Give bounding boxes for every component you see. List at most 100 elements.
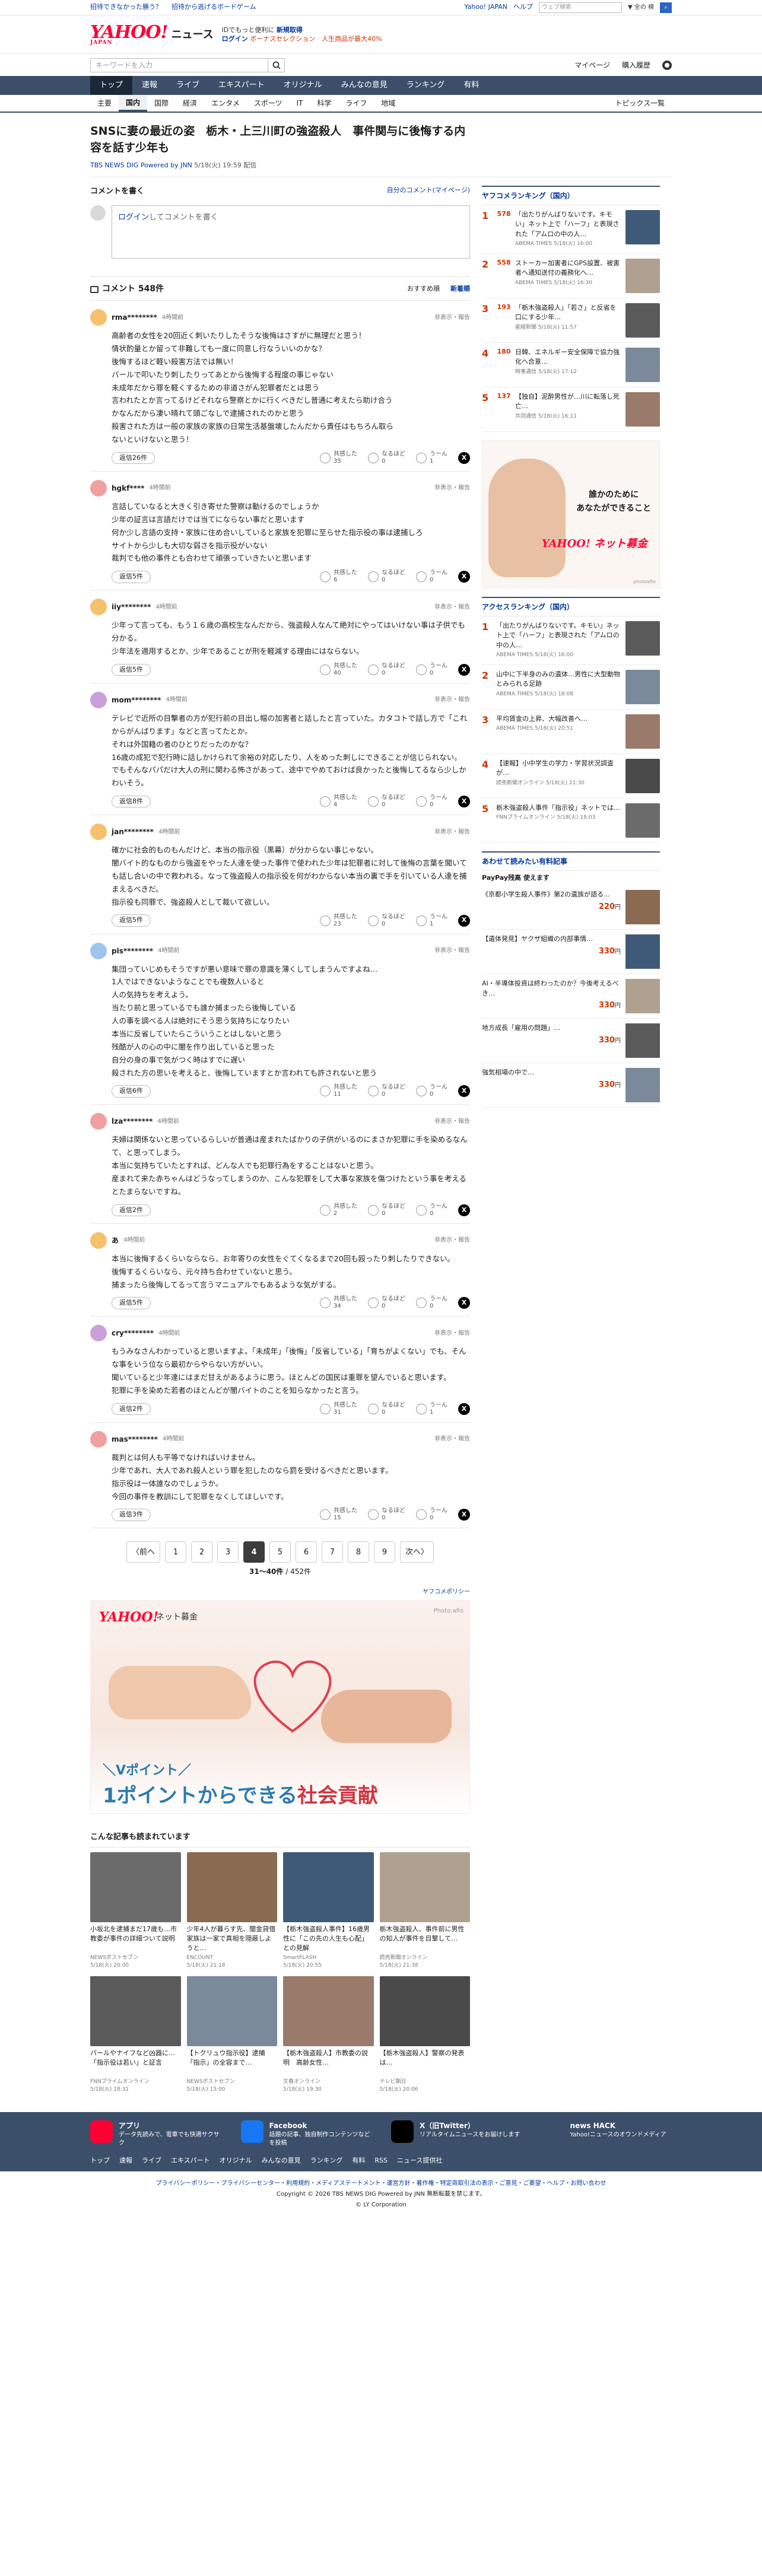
help-link[interactable]: ヘルプ	[513, 2, 533, 12]
reply-button[interactable]: 返信2件	[112, 1403, 151, 1416]
footer-nav-link[interactable]: ニュース提供社	[397, 2156, 442, 2166]
good-button[interactable]: なるほど 0	[368, 451, 405, 465]
agree-button[interactable]: 共感した 40	[320, 663, 357, 677]
comment-user[interactable]: lza********	[112, 1116, 153, 1127]
comment-report-link[interactable]: 非表示・報告	[434, 1329, 470, 1338]
footer-app-link[interactable]: アプリ データ先読みで、電車でも快適サクサク	[90, 2120, 221, 2148]
reply-button[interactable]: 返信5件	[112, 1297, 151, 1309]
page-number-button[interactable]: 1	[165, 1541, 186, 1563]
comment-user[interactable]: mas********	[112, 1434, 158, 1445]
reply-button[interactable]: 返信3件	[112, 1509, 151, 1521]
comment-ranking-title[interactable]: ヤフコメランキング（国内）	[482, 187, 660, 205]
recommended-card[interactable]: パールやナイフなど凶器に…「指示役は若い」と証言 FNNプライムオンライン 5/…	[90, 1976, 181, 2094]
page-number-button[interactable]: 9	[374, 1541, 395, 1563]
snav-entertainment[interactable]: エンタメ	[204, 95, 247, 112]
footer-nav-link[interactable]: トップ	[90, 2156, 110, 2166]
good-button[interactable]: なるほど 0	[368, 1402, 405, 1416]
web-search-input[interactable]: ウェブ検索	[538, 2, 622, 13]
comment-report-link[interactable]: 非表示・報告	[434, 603, 470, 612]
footer-nav-link[interactable]: ライブ	[142, 2156, 161, 2166]
footer-nav-link[interactable]: オリジナル	[220, 2156, 252, 2166]
page-number-button[interactable]: 4	[243, 1541, 265, 1563]
ranking-item[interactable]: 2 558 ストーカー加害者にGPS設置、被害者へ通知送付の義務化へ… ABEM…	[482, 254, 660, 298]
hmm-button[interactable]: うーん 0	[416, 570, 447, 584]
footer-nav-link[interactable]: 有料	[352, 2156, 365, 2166]
recommended-card[interactable]: 【栃木強盗殺人】警察の発表は… テレビ朝日 5/18(火) 20:06	[379, 1976, 470, 2094]
reply-button[interactable]: 返信5件	[112, 914, 151, 927]
footer-nav-link[interactable]: ランキング	[310, 2156, 343, 2166]
page-number-button[interactable]: 5	[269, 1541, 291, 1563]
comment-login-link[interactable]: ログイン	[118, 213, 149, 222]
x-share-icon[interactable]: X	[458, 451, 470, 464]
agree-button[interactable]: 共感した 35	[320, 451, 357, 465]
page-number-button[interactable]: 7	[322, 1541, 343, 1563]
x-share-icon[interactable]: X	[458, 914, 470, 927]
yahoo-japan-link[interactable]: Yahoo! JAPAN	[464, 2, 507, 12]
agree-button[interactable]: 共感した 31	[320, 1402, 357, 1416]
ranking-item[interactable]: 2 山中に下半身のみの遺体…男性に大型動物とみられる足跡 ABEMA TIMES…	[482, 665, 660, 710]
top-promo-link-1[interactable]: 招待できなかった勝う？	[90, 2, 162, 12]
agree-button[interactable]: 共感した 34	[320, 1296, 357, 1310]
snav-sports[interactable]: スポーツ	[247, 95, 290, 112]
gnav-breaking[interactable]: 速報	[132, 76, 167, 95]
comment-report-link[interactable]: 非表示・報告	[434, 1435, 470, 1443]
footer-nav-link[interactable]: 速報	[119, 2156, 132, 2166]
comment-report-link[interactable]: 非表示・報告	[434, 946, 470, 955]
paid-article-item[interactable]: 地方成長「雇用の問題」… 330円	[482, 1019, 660, 1064]
snav-local[interactable]: 地域	[374, 95, 402, 112]
ranking-item[interactable]: 3 平均賃金の上昇、大幅改善へ… ABEMA TIMES 5/18(火) 20:…	[482, 710, 660, 754]
ranking-item[interactable]: 1 「出たりがんばりないです。キモい」ネット上で「ハーフ」と表現された「アムロの…	[482, 616, 660, 665]
recommended-card[interactable]: 小坂北を逮捕まだ17歳も…市教委が事件の詳細ついて説明 NEWSポストセブン 5…	[90, 1852, 181, 1970]
ranking-item[interactable]: 5 137 【独自】泥酔男性が…川に転落し死亡… 共同通信 5/18(火) 16…	[482, 387, 660, 432]
page-number-button[interactable]: 8	[348, 1541, 369, 1563]
article-source[interactable]: TBS NEWS DIG Powered by JNN	[90, 161, 192, 169]
hmm-button[interactable]: うーん 1	[416, 1402, 447, 1416]
comment-report-link[interactable]: 非表示・報告	[434, 695, 470, 704]
agree-button[interactable]: 共感した 4	[320, 794, 357, 809]
paid-article-item[interactable]: 《京都小学生殺人事件》第2の遺族が語る… 220円	[482, 885, 660, 930]
snav-economy[interactable]: 経済	[176, 95, 204, 112]
agree-button[interactable]: 共感した 15	[320, 1508, 357, 1522]
snav-world[interactable]: 国際	[147, 95, 176, 112]
reply-button[interactable]: 返信26件	[112, 451, 155, 465]
gnav-top[interactable]: トップ	[90, 76, 133, 95]
agree-button[interactable]: 共感した 2	[320, 1203, 357, 1217]
footer-app-link[interactable]: X（旧Twitter） リアルタイムニュースをお届けします	[391, 2120, 522, 2148]
page-number-button[interactable]: 2	[191, 1541, 212, 1563]
access-ranking-title[interactable]: アクセスランキング（国内）	[482, 598, 660, 616]
paid-article-item[interactable]: 【遺体発見】ヤクザ組織の内部事情… 330円	[482, 930, 660, 975]
comment-user[interactable]: rma********	[112, 312, 157, 323]
recommended-card[interactable]: 栃木強盗殺人、事件前に男性の知人が事件を目撃して… 読売新聞オンライン 5/18…	[379, 1852, 470, 1970]
hmm-button[interactable]: うーん 0	[416, 663, 447, 677]
yahoo-logo[interactable]: YAHOO! JAPAN	[90, 23, 169, 46]
comment-user[interactable]: mom********	[112, 695, 161, 705]
reply-button[interactable]: 返信6件	[112, 1085, 151, 1098]
footer-app-link[interactable]: news HACK Yahoo!ニュースのオウンドメディア	[541, 2120, 672, 2148]
hmm-button[interactable]: うーん 1	[416, 451, 447, 465]
ranking-item[interactable]: 4 180 日韓、エネルギー安全保障で協力強化へ合意… 時事通信 5/18(火)…	[482, 343, 660, 387]
hmm-button[interactable]: うーん 0	[416, 1203, 447, 1217]
gnav-opinion[interactable]: みんなの意見	[332, 76, 397, 95]
hmm-button[interactable]: うーん 0	[416, 1296, 447, 1310]
mypage-link[interactable]: マイページ	[574, 60, 610, 71]
comment-report-link[interactable]: 非表示・報告	[434, 484, 470, 492]
x-share-icon[interactable]: X	[458, 796, 470, 808]
side-donation-ad[interactable]: 誰かのために あなたができること YAHOO! ネット募金 photoafio	[482, 440, 660, 589]
recommended-card[interactable]: 【栃木強盗殺人】市教委の説明 高齢女性… 文春オンライン 5/18(火) 19:…	[283, 1976, 374, 2094]
comment-textarea[interactable]: ログインしてコメントを書く	[112, 205, 470, 259]
good-button[interactable]: なるほど 0	[368, 663, 405, 677]
reply-button[interactable]: 返信8件	[112, 795, 151, 808]
recommended-card[interactable]: 【栃木強盗殺人事件】16歳男性に「この先の人生も心配」との見解 SmartFLA…	[283, 1852, 374, 1970]
gnav-ranking[interactable]: ランキング	[397, 76, 455, 95]
sort-recommended-tab[interactable]: おすすめ順	[407, 284, 440, 294]
snav-it[interactable]: IT	[289, 95, 310, 112]
top-promo-link-2[interactable]: 招待から逃げるボードゲーム	[172, 2, 256, 12]
x-share-icon[interactable]: X	[458, 1297, 470, 1309]
prev-page-button[interactable]: 〈前へ	[126, 1541, 160, 1563]
x-share-icon[interactable]: X	[458, 1403, 470, 1415]
paid-articles-title[interactable]: あわせて読みたい有料記事	[482, 853, 660, 871]
paid-article-item[interactable]: AI・半導体投資は終わったのか？今後考えるべき… 330円	[482, 974, 660, 1019]
good-button[interactable]: なるほど 0	[368, 570, 405, 584]
good-button[interactable]: なるほど 0	[368, 1084, 405, 1098]
footer-app-link[interactable]: Facebook 話題の記事、独自制作コンテンツなどを投稿	[240, 2120, 372, 2148]
